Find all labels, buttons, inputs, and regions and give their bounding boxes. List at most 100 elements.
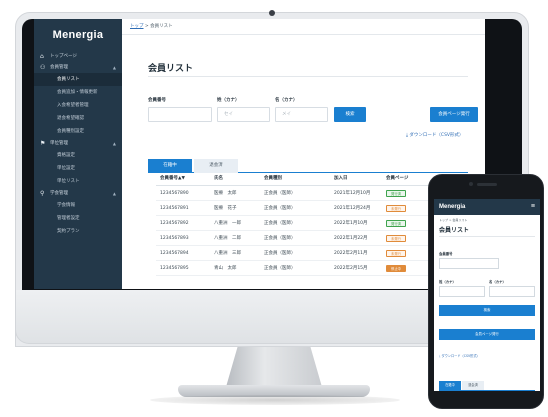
- cell-date: 2022年1月22月: [334, 236, 368, 241]
- mobile-screen: Menergia ≡ トップ > 会員リスト 会員リスト 会員番号 姓（カナ） …: [434, 199, 540, 391]
- cell-type: 正会員（医師）: [264, 236, 296, 241]
- chevron-up-icon: ▲: [112, 141, 116, 146]
- cell-date: 2022年2月11月: [334, 251, 368, 256]
- mobile-mei-input[interactable]: [489, 286, 535, 297]
- member-no-label: 会員番号: [148, 98, 166, 103]
- sidebar-item-withdrawal[interactable]: 退会希望確認: [34, 112, 122, 125]
- sei-input[interactable]: セイ: [217, 107, 270, 122]
- cell-name: 医療 花子: [214, 206, 237, 211]
- cell-no: 1234567893: [160, 236, 189, 241]
- mobile-search-button[interactable]: 検索: [439, 305, 535, 316]
- sidebar-item-credit-settings[interactable]: 単位設定: [34, 162, 122, 175]
- cell-name: 八重洲 一郎: [214, 221, 241, 226]
- title-divider: [148, 76, 468, 77]
- column-header-type: 会員種別: [264, 176, 282, 181]
- table-row[interactable]: 1234567890 医療 太郎 正会員（医師） 2021年12月10月 発行済: [156, 186, 456, 201]
- cell-no: 1234567891: [160, 206, 189, 211]
- sidebar-item-admins[interactable]: 管理者設定: [34, 212, 122, 225]
- member-page-status-badge[interactable]: 発行済: [386, 220, 406, 227]
- page-title: 会員リスト: [148, 64, 194, 74]
- member-page-status-badge[interactable]: 未発行: [386, 235, 406, 242]
- desktop-screen: Menergia ⌂ トップページ ⚇ 会員管理 ▲ 会員リスト 会員追加・情報更新 …: [34, 19, 485, 289]
- column-header-member-no[interactable]: 会員番号▲▼: [160, 171, 185, 186]
- table-row[interactable]: 1234567891 医療 花子 正会員（医師） 2021年12月24月 未発行: [156, 201, 456, 216]
- cell-date: 2021年12月24月: [334, 206, 371, 211]
- cell-name: 八重洲 二郎: [214, 236, 241, 241]
- cell-type: 正会員（医師）: [264, 266, 296, 271]
- mei-input[interactable]: メイ: [275, 107, 328, 122]
- member-table: 会員番号▲▼ 氏名 会員種別 加入日 会員ページ 1234567890 医療 太郎…: [156, 171, 456, 276]
- mobile-member-no-label: 会員番号: [439, 252, 453, 256]
- sidebar-group-members[interactable]: ⚇ 会員管理 ▲: [34, 62, 122, 73]
- phone-frame: Menergia ≡ トップ > 会員リスト 会員リスト 会員番号 姓（カナ） …: [428, 174, 544, 409]
- mobile-mei-label: 名（カナ）: [489, 280, 506, 284]
- chevron-up-icon: ▲: [112, 65, 116, 70]
- sidebar-item-home[interactable]: ⌂ トップページ: [34, 51, 122, 62]
- member-page-status-badge[interactable]: 未発行: [386, 205, 406, 212]
- member-page-status-badge[interactable]: 発行済: [386, 190, 406, 197]
- mobile-issue-button[interactable]: 会員ページ発行: [439, 329, 535, 340]
- cell-type: 正会員（医師）: [264, 221, 296, 226]
- sidebar-item-qualifications[interactable]: 資格設定: [34, 149, 122, 162]
- flag-icon: ⚑: [40, 140, 46, 147]
- sidebar-item-member-types[interactable]: 会員種別設定: [34, 125, 122, 138]
- mobile-page-title: 会員リスト: [439, 225, 535, 237]
- breadcrumb-home-link[interactable]: トップ: [130, 24, 144, 29]
- cell-name: 八重洲 三郎: [214, 251, 241, 256]
- mobile-tab-active[interactable]: 在籍中: [439, 381, 461, 390]
- member-no-input[interactable]: [148, 107, 212, 122]
- cell-no: 1234567892: [160, 221, 189, 226]
- sidebar: Menergia ⌂ トップページ ⚇ 会員管理 ▲ 会員リスト 会員追加・情報更新 …: [34, 19, 122, 289]
- sidebar-group-society[interactable]: ⚲ 学会管理 ▲: [34, 188, 122, 199]
- mobile-member-no-input[interactable]: [439, 258, 499, 269]
- breadcrumb: トップ > 会員リスト: [122, 19, 485, 35]
- table-row[interactable]: 1234567893 八重洲 二郎 正会員（医師） 2022年1月22月 未発行: [156, 231, 456, 246]
- sidebar-group-credits[interactable]: ⚑ 単位管理 ▲: [34, 138, 122, 149]
- cell-date: 2021年12月10月: [334, 191, 371, 196]
- mobile-header: Menergia ≡: [434, 199, 540, 215]
- sidebar-item-credit-list[interactable]: 単位リスト: [34, 175, 122, 188]
- phone-camera: [469, 182, 473, 186]
- app-logo[interactable]: Menergia: [34, 19, 122, 51]
- pin-icon: ⚲: [40, 190, 45, 197]
- sei-label: 姓（カナ）: [217, 98, 240, 103]
- mobile-tab-withdrawn[interactable]: 退会済: [462, 381, 484, 390]
- mobile-sei-input[interactable]: [439, 286, 485, 297]
- hamburger-menu-icon[interactable]: ≡: [531, 199, 535, 215]
- mobile-logo[interactable]: Menergia: [439, 204, 465, 210]
- sidebar-item-society-info[interactable]: 学会情報: [34, 199, 122, 212]
- cell-type: 正会員（医師）: [264, 191, 296, 196]
- breadcrumb-current: 会員リスト: [150, 24, 173, 29]
- camera-dot: [269, 10, 275, 16]
- table-row[interactable]: 1234567894 八重洲 三郎 正会員（医師） 2022年2月11月 未発行: [156, 246, 456, 261]
- users-icon: ⚇: [40, 64, 46, 71]
- monitor-shadow: [150, 395, 400, 405]
- mobile-breadcrumb: トップ > 会員リスト: [439, 218, 468, 222]
- table-header: 会員番号▲▼ 氏名 会員種別 加入日 会員ページ: [156, 171, 456, 186]
- member-page-status-badge[interactable]: 未発行: [386, 250, 406, 257]
- sidebar-item-member-add[interactable]: 会員追加・情報更新: [34, 86, 122, 99]
- sidebar-item-member-list[interactable]: 会員リスト: [34, 73, 122, 86]
- monitor-stand: [226, 347, 322, 387]
- search-button[interactable]: 検索: [334, 107, 366, 122]
- sidebar-item-applicants[interactable]: 入会希望者管理: [34, 99, 122, 112]
- column-header-join-date: 加入日: [334, 176, 348, 181]
- phone-speaker: [477, 183, 497, 186]
- cell-no: 1234567895: [160, 266, 189, 271]
- mobile-tab-underline: [439, 390, 535, 391]
- mobile-csv-download-link[interactable]: ⤓ ダウンロード（CSV形式）: [439, 353, 480, 358]
- mobile-sei-label: 姓（カナ）: [439, 280, 456, 284]
- cell-name: 医療 太郎: [214, 191, 237, 196]
- column-header-member-page: 会員ページ: [386, 176, 409, 181]
- chevron-up-icon: ▲: [112, 191, 116, 196]
- table-row[interactable]: 1234567895 青山 太郎 正会員（医師） 2022年2月15月 停止中: [156, 261, 456, 276]
- issue-member-page-button[interactable]: 会員ページ発行: [430, 107, 478, 122]
- cell-no: 1234567894: [160, 251, 189, 256]
- mei-label: 名（カナ）: [275, 98, 298, 103]
- column-header-name: 氏名: [214, 176, 223, 181]
- csv-download-link[interactable]: ⤓ ダウンロード（CSV形式）: [406, 132, 464, 138]
- sidebar-item-plan[interactable]: 契約プラン: [34, 225, 122, 238]
- member-page-status-badge[interactable]: 停止中: [386, 265, 406, 272]
- cell-type: 正会員（医師）: [264, 251, 296, 256]
- table-row[interactable]: 1234567892 八重洲 一郎 正会員（医師） 2022年1月10月 発行済: [156, 216, 456, 231]
